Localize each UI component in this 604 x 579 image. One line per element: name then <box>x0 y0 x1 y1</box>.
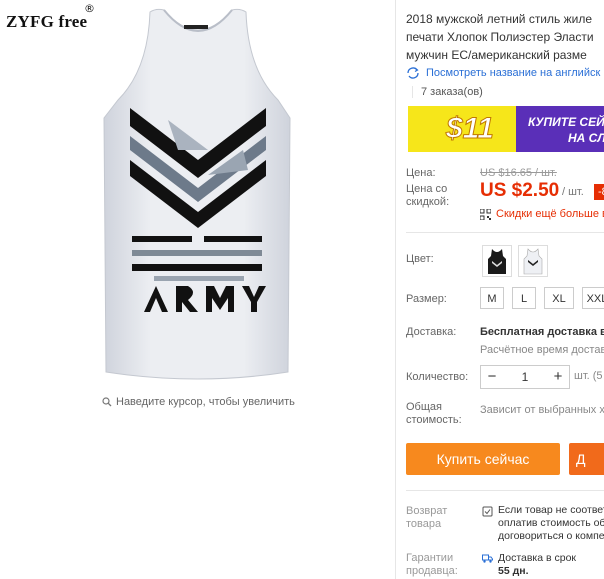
guarantee-label: Гарантии продавца: <box>406 552 458 578</box>
quantity-input[interactable]: 1 <box>503 366 547 388</box>
banner-text-line: КУПИТЕ СЕЙ <box>528 115 604 129</box>
returns-text-line: договориться о компе <box>498 530 604 542</box>
guarantee-label-line: Гарантии <box>406 552 454 564</box>
size-option-l[interactable]: L <box>512 287 536 309</box>
promo-banner[interactable]: $11 КУПИТЕ СЕЙ НА СЛ <box>408 106 604 152</box>
translate-link[interactable]: Посмотреть название на английск <box>406 67 600 79</box>
color-swatch-black[interactable] <box>482 245 512 277</box>
size-option-xxl[interactable]: XXL <box>582 287 604 309</box>
product-gallery: ZYFG free ® Наведите курсор, чтобы увели… <box>0 0 395 579</box>
returns-label: Возврат товара <box>406 505 447 531</box>
shipping-label: Доставка: <box>406 326 457 338</box>
discount-label-line: скидкой: <box>406 196 450 208</box>
orders-count: 7 заказа(ов) <box>412 86 483 98</box>
translate-icon <box>407 67 419 79</box>
quantity-increase-button[interactable]: + <box>547 366 569 388</box>
shipping-time: Расчётное время доставк <box>480 344 604 356</box>
returns-text-line: оплатив стоимость об <box>498 517 604 529</box>
coupon-link[interactable]: Скидки ещё больше в <box>480 208 604 220</box>
product-image[interactable] <box>58 0 338 390</box>
delivery-truck-icon <box>482 554 493 563</box>
section-divider <box>406 490 604 491</box>
zoom-hint-text: Наведите курсор, чтобы увеличить <box>116 396 295 408</box>
price-unit: / шт. <box>562 186 584 198</box>
guarantee-label-line: продавца: <box>406 565 458 577</box>
product-title: 2018 мужской летний стиль жиле печати Хл… <box>406 10 604 64</box>
size-option-xl[interactable]: XL <box>544 287 574 309</box>
size-option-m[interactable]: M <box>480 287 504 309</box>
shipping-option[interactable]: Бесплатная доставка в R <box>480 326 604 338</box>
total-note: Зависит от выбранных ха <box>480 404 604 416</box>
total-label-line: стоимость: <box>406 414 462 426</box>
qr-code-icon <box>480 208 491 220</box>
guarantee-text-line: 55 дн. <box>498 565 529 577</box>
guarantee-text: Доставка в срок 55 дн. <box>498 552 576 578</box>
title-line: 2018 мужской летний стиль жиле <box>406 12 593 26</box>
add-to-cart-button[interactable]: Д <box>569 443 604 475</box>
section-divider <box>406 232 604 233</box>
quantity-decrease-button[interactable]: − <box>481 366 503 388</box>
current-price: US $2.50 <box>480 180 560 201</box>
total-label-line: Общая <box>406 401 442 413</box>
translate-link-text: Посмотреть название на английск <box>426 67 601 79</box>
total-label: Общая стоимость: <box>406 401 462 427</box>
title-line: печати Хлопок Полиэстер Эласти <box>406 30 594 44</box>
magnifier-icon <box>102 397 112 407</box>
returns-text-line: Если товар не соответ <box>498 504 604 516</box>
banner-text-line: НА СЛ <box>568 131 604 145</box>
quantity-stepper: − 1 + <box>480 365 570 389</box>
old-price: US $16.65 / шт. <box>480 167 557 179</box>
product-info: 2018 мужской летний стиль жиле печати Хл… <box>406 0 604 579</box>
banner-amount: $11 <box>446 112 495 146</box>
price-label: Цена: <box>406 167 436 179</box>
returns-label-line: товара <box>406 518 442 530</box>
discount-price-label: Цена со скидкой: <box>406 183 449 209</box>
zoom-hint: Наведите курсор, чтобы увеличить <box>102 396 295 408</box>
banner-text: КУПИТЕ СЕЙ НА СЛ <box>528 114 604 146</box>
returns-text: Если товар не соответ оплатив стоимость … <box>498 504 604 543</box>
quantity-note: шт. (5 н <box>574 370 604 382</box>
quantity-label: Количество: <box>406 371 469 383</box>
coupon-text: Скидки ещё больше в <box>496 208 604 220</box>
size-label: Размер: <box>406 293 447 305</box>
divider <box>395 0 396 579</box>
return-policy-icon <box>482 506 493 517</box>
black-tank-thumbnail <box>488 249 506 274</box>
white-tank-thumbnail <box>523 248 543 275</box>
returns-label-line: Возврат <box>406 505 448 517</box>
discount-badge: -8 <box>594 184 604 200</box>
color-swatch-white[interactable] <box>518 245 548 277</box>
buy-now-button[interactable]: Купить сейчас <box>406 443 560 475</box>
guarantee-text-line: Доставка в срок <box>498 552 577 564</box>
title-line: мужчин ЕС/американский разме <box>406 48 587 62</box>
color-label: Цвет: <box>406 253 434 265</box>
discount-label-line: Цена со <box>406 183 448 195</box>
